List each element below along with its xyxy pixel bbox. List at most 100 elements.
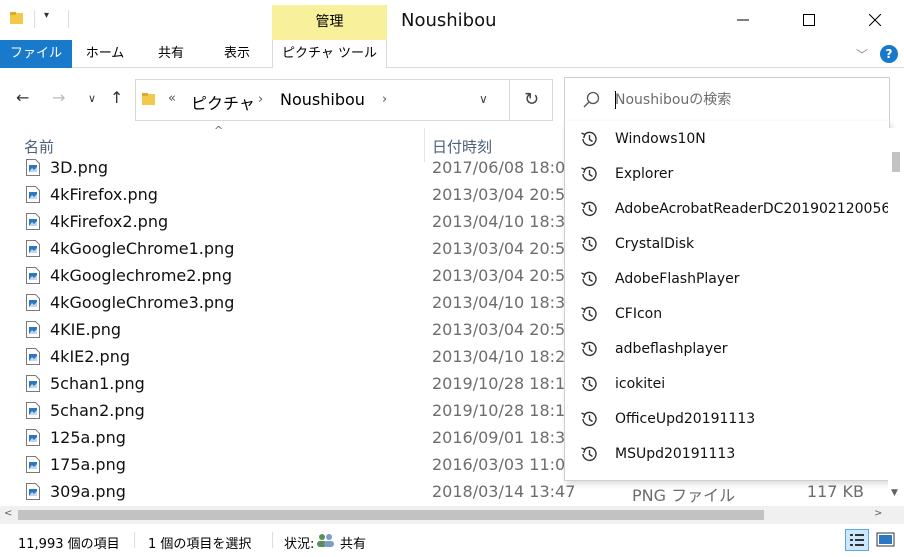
help-icon[interactable]: ?	[880, 45, 898, 63]
folder-icon[interactable]	[10, 11, 24, 25]
file-name: 5chan1.png	[50, 374, 145, 393]
details-view-button[interactable]	[845, 529, 869, 551]
shared-users-icon	[317, 534, 334, 547]
tab-file[interactable]: ファイル	[0, 40, 72, 68]
search-box[interactable]	[564, 77, 890, 122]
manage-context-tab[interactable]: 管理	[272, 5, 387, 40]
history-icon	[581, 306, 597, 322]
tab-home[interactable]: ホーム	[74, 40, 136, 68]
maximize-button[interactable]	[786, 0, 832, 40]
search-suggestion-item[interactable]: Windows10N	[565, 122, 889, 157]
image-file-icon	[26, 240, 40, 257]
search-input[interactable]	[615, 88, 875, 112]
scroll-down-icon[interactable]: ▼	[891, 488, 898, 498]
forward-arrow-icon[interactable]: →	[52, 88, 65, 107]
file-date: 2016/03/03 11:0	[432, 455, 566, 474]
file-date: 2013/03/04 20:5	[432, 239, 566, 258]
column-header-name[interactable]: 名前	[24, 136, 54, 157]
search-suggestion-item[interactable]: AdobeFlashPlayer	[565, 262, 889, 297]
quick-access-separator	[68, 10, 69, 28]
image-file-icon	[26, 159, 40, 176]
image-file-icon	[26, 375, 40, 392]
sort-ascending-icon: ^	[214, 124, 224, 137]
suggestion-label: Explorer	[615, 166, 674, 182]
file-date: 2013/03/04 20:5	[432, 266, 566, 285]
up-arrow-icon[interactable]: ↑	[110, 88, 123, 107]
scroll-right-icon[interactable]: >	[874, 508, 882, 519]
customize-quick-access-icon[interactable]: ▾	[44, 10, 49, 21]
ribbon-tabs: ファイル ホーム 共有 表示 ピクチャ ツール ﹀ ?	[0, 40, 904, 69]
search-suggestion-item[interactable]: MSUpd20191113	[565, 437, 889, 472]
search-suggestion-item[interactable]: CFIcon	[565, 297, 889, 332]
close-button[interactable]	[852, 0, 898, 40]
file-row[interactable]: 309a.png 2018/03/14 13:47 PNG ファイル 117 KB	[0, 479, 888, 505]
breadcrumb-separator[interactable]: ›	[382, 92, 387, 107]
file-date: 2013/03/04 20:5	[432, 185, 566, 204]
search-suggestion-item[interactable]: adbeflashplayer	[565, 332, 889, 367]
refresh-icon[interactable]: ↻	[509, 80, 553, 120]
search-suggestions: Windows10N Explorer AdobeAcrobatReaderDC20…	[564, 121, 890, 481]
file-name: 3D.png	[50, 158, 109, 177]
suggestion-label: Windows10N	[615, 131, 706, 147]
image-file-icon	[26, 456, 40, 473]
history-icon	[581, 131, 597, 147]
search-icon	[583, 91, 600, 108]
search-suggestion-item[interactable]: Explorer	[565, 157, 889, 192]
file-name: 125a.png	[50, 428, 126, 447]
file-name: 4KIE.png	[50, 320, 122, 339]
column-header-date[interactable]: 日付時刻	[432, 136, 492, 157]
file-size: 117 KB	[806, 482, 864, 501]
search-suggestion-item[interactable]: AdobeAcrobatReaderDC201902120056	[565, 192, 889, 227]
title-bar: ▾ 管理 Noushibou	[0, 0, 904, 40]
search-suggestion-item[interactable]: icokitei	[565, 367, 889, 402]
horizontal-scrollbar[interactable]: < >	[0, 506, 888, 524]
breadcrumb-separator[interactable]: ›	[258, 92, 263, 107]
suggestion-label: OfficeUpd20191113	[615, 411, 756, 427]
history-icon	[581, 446, 597, 462]
item-count: 11,993 個の項目	[18, 537, 120, 552]
suggestion-label: icokitei	[615, 376, 666, 392]
suggestion-label: MSUpd20191113	[615, 446, 736, 462]
scroll-left-icon[interactable]: <	[4, 508, 12, 519]
history-icon	[581, 201, 597, 217]
file-date: 2013/03/04 20:5	[432, 320, 566, 339]
tab-picture-tools[interactable]: ピクチャ ツール	[272, 40, 387, 69]
image-file-icon	[26, 483, 40, 500]
search-suggestion-item[interactable]: OfficeUpd20191113	[565, 402, 889, 437]
file-date: 2013/04/10 18:3	[432, 212, 566, 231]
breadcrumb-overflow[interactable]: «	[168, 91, 176, 106]
file-type: PNG ファイル	[632, 486, 736, 505]
file-name: 5chan2.png	[50, 401, 145, 420]
address-bar[interactable]: « ピクチャ › Noushibou › ∨ ↻	[135, 79, 553, 121]
tab-share[interactable]: 共有	[138, 40, 204, 68]
file-name: 4kGoogleChrome1.png	[50, 239, 235, 258]
address-dropdown-icon[interactable]: ∨	[479, 92, 488, 106]
breadcrumb-pictures[interactable]: ピクチャ	[191, 90, 255, 114]
recent-locations-icon[interactable]: ∨	[88, 92, 96, 105]
suggestion-label: CFIcon	[615, 306, 663, 322]
close-icon	[869, 14, 881, 26]
back-arrow-icon[interactable]: ←	[16, 88, 29, 107]
expand-ribbon-icon[interactable]: ﹀	[856, 46, 868, 63]
image-file-icon	[26, 186, 40, 203]
status-separator	[134, 532, 135, 548]
suggestion-label: AdobeFlashPlayer	[615, 271, 740, 287]
file-date: 2019/10/28 18:1	[432, 374, 566, 393]
file-name: 4kFirefox.png	[50, 185, 158, 204]
status-bar: 11,993 個の項目 1 個の項目を選択 状況: 共有	[0, 524, 904, 557]
minimize-button[interactable]	[720, 0, 766, 40]
image-file-icon	[26, 348, 40, 365]
vertical-scroll-thumb[interactable]	[892, 152, 900, 172]
horizontal-scroll-thumb[interactable]	[18, 510, 764, 520]
breadcrumb-noushibou[interactable]: Noushibou	[280, 90, 365, 109]
search-suggestion-item[interactable]: CrystalDisk	[565, 227, 889, 262]
status-separator	[272, 532, 273, 548]
history-icon	[581, 166, 597, 182]
large-icons-view-button[interactable]	[874, 529, 898, 551]
file-name: 4kFirefox2.png	[50, 212, 169, 231]
vertical-scrollbar[interactable]: ▼	[888, 128, 904, 506]
history-icon	[581, 236, 597, 252]
maximize-icon	[803, 14, 815, 26]
tab-view[interactable]: 表示	[206, 40, 268, 68]
history-icon	[581, 271, 597, 287]
